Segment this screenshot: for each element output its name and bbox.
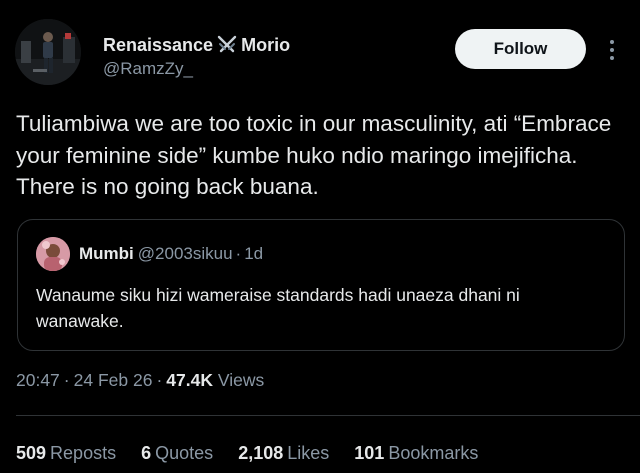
- quotes-count: 6: [141, 443, 152, 463]
- author-avatar[interactable]: [15, 19, 81, 85]
- follow-button[interactable]: Follow: [455, 29, 586, 69]
- likes-count: 2,108: [238, 443, 284, 463]
- tweet-meta: 20:47 · 24 Feb 26 · 47.4K Views: [16, 370, 264, 391]
- reposts-stat[interactable]: 509 Reposts: [16, 443, 116, 463]
- quote-author-name: Mumbi: [79, 244, 134, 263]
- author-name-first: Renaissance: [103, 35, 214, 55]
- quoted-tweet-card[interactable]: Mumbi @2003sikuu · 1d Wanaume siku hizi wam…: [17, 219, 625, 351]
- quote-author-handle: @2003sikuu: [137, 244, 233, 263]
- quotes-label: Quotes: [155, 443, 214, 463]
- quote-author-avatar: [36, 237, 70, 271]
- quote-timestamp: 1d: [244, 244, 264, 263]
- engagement-stats: 509 Reposts 6 Quotes 2,108 Likes 101 Bookmar…: [16, 443, 498, 464]
- divider: [16, 415, 640, 416]
- likes-stat[interactable]: 2,108 Likes: [238, 443, 329, 463]
- crossed-swords-icon: [216, 34, 238, 59]
- bookmarks-label: Bookmarks: [388, 443, 479, 463]
- quote-header: Mumbi @2003sikuu · 1d: [79, 244, 263, 264]
- likes-label: Likes: [287, 443, 330, 463]
- views-count: 47.4K: [166, 370, 213, 390]
- bookmarks-count: 101: [354, 443, 385, 463]
- tweet-date[interactable]: 24 Feb 26: [74, 370, 153, 390]
- reposts-count: 509: [16, 443, 47, 463]
- tweet-time[interactable]: 20:47: [16, 370, 60, 390]
- more-vertical-icon[interactable]: [605, 38, 619, 62]
- meta-separator: ·: [156, 370, 163, 390]
- bookmarks-stat[interactable]: 101 Bookmarks: [354, 443, 478, 463]
- reposts-label: Reposts: [50, 443, 117, 463]
- author-name-second: Morio: [241, 35, 291, 55]
- author-display-name[interactable]: Renaissance Morio: [103, 34, 290, 59]
- quote-text: Wanaume siku hizi wameraise standards ha…: [36, 285, 520, 331]
- views-label: Views: [217, 370, 265, 390]
- quotes-stat[interactable]: 6 Quotes: [141, 443, 213, 463]
- author-handle[interactable]: @RamzZy_: [103, 59, 193, 79]
- meta-separator: ·: [63, 370, 70, 390]
- tweet-text: Tuliambiwa we are too toxic in our mascu…: [16, 111, 612, 199]
- quote-separator: ·: [235, 244, 242, 263]
